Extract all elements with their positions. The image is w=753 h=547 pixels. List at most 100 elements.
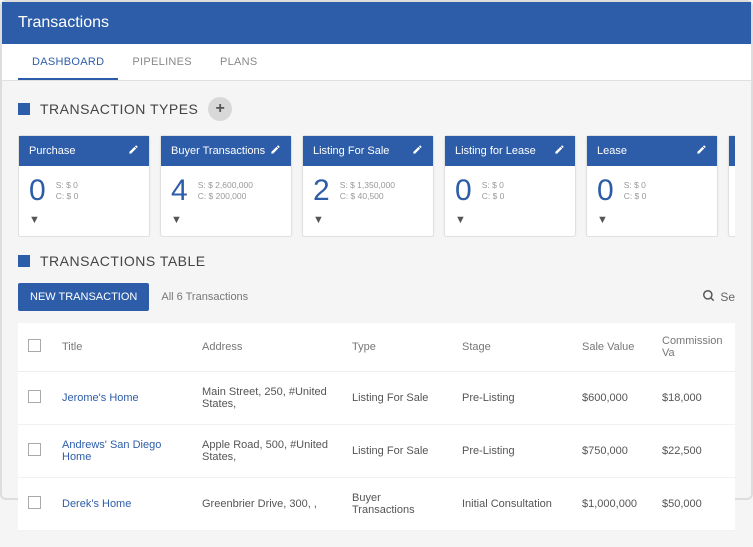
- card-stats: S: $ 2,600,000C: $ 200,000: [198, 180, 253, 202]
- type-card: Lease 0 S: $ 0C: $ 0 ▼: [586, 135, 718, 237]
- row-type: Buyer Transactions: [342, 478, 452, 531]
- card-stats: S: $ 1,350,000C: $ 40,500: [340, 180, 395, 202]
- col-commission[interactable]: Commission Va: [652, 323, 735, 372]
- type-card: Purchase 0 S: $ 0C: $ 0 ▼: [18, 135, 150, 237]
- edit-icon[interactable]: [696, 144, 707, 158]
- card-stats: S: $ 0C: $ 0: [624, 180, 647, 202]
- card-body: 4 S: $ 2,600,000C: $ 200,000 ▼: [161, 166, 291, 236]
- edit-icon[interactable]: [554, 144, 565, 158]
- col-type[interactable]: Type: [342, 323, 452, 372]
- row-address: Greenbrier Drive, 300, ,: [192, 478, 342, 531]
- page-title: Transactions: [18, 14, 109, 31]
- card-count: 0: [455, 176, 472, 206]
- transaction-types-section: TRANSACTION TYPES + Purchase0S: $ 0C: $ …: [2, 81, 751, 253]
- row-sale: $750,000: [572, 425, 652, 478]
- row-checkbox[interactable]: [28, 390, 41, 403]
- card-body: 2 S: $ 1,350,000C: $ 40,500 ▼: [303, 166, 433, 236]
- row-address: Main Street, 250, #United States,: [192, 372, 342, 425]
- transactions-table-section: TRANSACTIONS TABLE NEW TRANSACTION All 6…: [2, 253, 751, 547]
- tabs-bar: DASHBOARD PIPELINES PLANS: [2, 44, 751, 81]
- chevron-down-icon[interactable]: ▼: [597, 214, 707, 226]
- card-count: 2: [313, 176, 330, 206]
- stat-s: S: $ 1,350,000: [340, 180, 395, 191]
- tab-plans[interactable]: PLANS: [206, 44, 272, 80]
- select-all-checkbox[interactable]: [28, 339, 41, 352]
- row-sale: $600,000: [572, 372, 652, 425]
- card-count: 0: [29, 176, 46, 206]
- card-stats: S: $ 0C: $ 0: [56, 180, 79, 202]
- card-header: Real Es: [729, 136, 735, 166]
- col-address[interactable]: Address: [192, 323, 342, 372]
- tab-pipelines[interactable]: PIPELINES: [118, 44, 206, 80]
- table-row: Jerome's HomeMain Street, 250, #United S…: [18, 372, 735, 425]
- edit-icon[interactable]: [270, 144, 281, 158]
- row-commission: $22,500: [652, 425, 735, 478]
- row-commission: $50,000: [652, 478, 735, 531]
- section-title-text: TRANSACTIONS TABLE: [40, 253, 206, 269]
- table-row: Derek's HomeGreenbrier Drive, 300, ,Buye…: [18, 478, 735, 531]
- col-title[interactable]: Title: [52, 323, 192, 372]
- square-bullet-icon: [18, 255, 30, 267]
- card-body: 0 S: $ 0C: $ 0 ▼: [445, 166, 575, 236]
- type-card: Real Es0▼: [728, 135, 735, 237]
- table-row: Andrews' San Diego HomeApple Road, 500, …: [18, 425, 735, 478]
- table-header-row: Title Address Type Stage Sale Value Comm…: [18, 323, 735, 372]
- row-checkbox[interactable]: [28, 443, 41, 456]
- stat-c: C: $ 0: [482, 191, 505, 202]
- card-title: Listing for Lease: [455, 145, 536, 157]
- add-type-button[interactable]: +: [208, 97, 232, 121]
- chevron-down-icon[interactable]: ▼: [171, 214, 281, 226]
- type-card: Listing for Lease 0 S: $ 0C: $ 0 ▼: [444, 135, 576, 237]
- card-title: Buyer Transactions: [171, 145, 265, 157]
- row-title-link[interactable]: Derek's Home: [52, 478, 192, 531]
- search-icon[interactable]: [702, 289, 716, 306]
- new-transaction-button[interactable]: NEW TRANSACTION: [18, 283, 149, 311]
- card-title: Purchase: [29, 145, 75, 157]
- row-checkbox[interactable]: [28, 496, 41, 509]
- type-card: Listing For Sale 2 S: $ 1,350,000C: $ 40,5…: [302, 135, 434, 237]
- card-stats: S: $ 0C: $ 0: [482, 180, 505, 202]
- col-sale[interactable]: Sale Value: [572, 323, 652, 372]
- type-card: Buyer Transactions 4 S: $ 2,600,000C: $ 20…: [160, 135, 292, 237]
- card-title: Lease: [597, 145, 627, 157]
- tab-dashboard[interactable]: DASHBOARD: [18, 44, 118, 80]
- edit-icon[interactable]: [128, 144, 139, 158]
- row-title-link[interactable]: Andrews' San Diego Home: [52, 425, 192, 478]
- row-type: Listing For Sale: [342, 372, 452, 425]
- card-title: Listing For Sale: [313, 145, 389, 157]
- page-header: Transactions: [2, 2, 751, 44]
- col-stage[interactable]: Stage: [452, 323, 572, 372]
- transaction-count: All 6 Transactions: [161, 291, 248, 303]
- card-header: Lease: [587, 136, 717, 166]
- row-title-link[interactable]: Jerome's Home: [52, 372, 192, 425]
- chevron-down-icon[interactable]: ▼: [29, 214, 139, 226]
- square-bullet-icon: [18, 103, 30, 115]
- section-title: TRANSACTIONS TABLE: [18, 253, 735, 269]
- card-header: Listing For Sale: [303, 136, 433, 166]
- row-stage: Pre-Listing: [452, 425, 572, 478]
- cards-row: Purchase0S: $ 0C: $ 0▼Buyer Transactions…: [18, 135, 735, 237]
- stat-c: C: $ 200,000: [198, 191, 253, 202]
- card-count: 4: [171, 176, 188, 206]
- row-stage: Pre-Listing: [452, 372, 572, 425]
- card-body: 0 S: $ 0C: $ 0 ▼: [587, 166, 717, 236]
- row-sale: $1,000,000: [572, 478, 652, 531]
- chevron-down-icon[interactable]: ▼: [313, 214, 423, 226]
- row-address: Apple Road, 500, #United States,: [192, 425, 342, 478]
- stat-c: C: $ 40,500: [340, 191, 395, 202]
- search-input[interactable]: Se: [720, 290, 735, 304]
- edit-icon[interactable]: [412, 144, 423, 158]
- chevron-down-icon[interactable]: ▼: [455, 214, 565, 226]
- row-stage: Initial Consultation: [452, 478, 572, 531]
- card-header: Buyer Transactions: [161, 136, 291, 166]
- card-body: 0 S: $ 0C: $ 0 ▼: [19, 166, 149, 236]
- stat-s: S: $ 0: [624, 180, 647, 191]
- stat-s: S: $ 0: [482, 180, 505, 191]
- table-toolbar: NEW TRANSACTION All 6 Transactions Se: [18, 283, 735, 311]
- search-wrap: Se: [702, 289, 735, 306]
- row-commission: $18,000: [652, 372, 735, 425]
- stat-c: C: $ 0: [56, 191, 79, 202]
- card-count: 0: [597, 176, 614, 206]
- row-type: Listing For Sale: [342, 425, 452, 478]
- stat-c: C: $ 0: [624, 191, 647, 202]
